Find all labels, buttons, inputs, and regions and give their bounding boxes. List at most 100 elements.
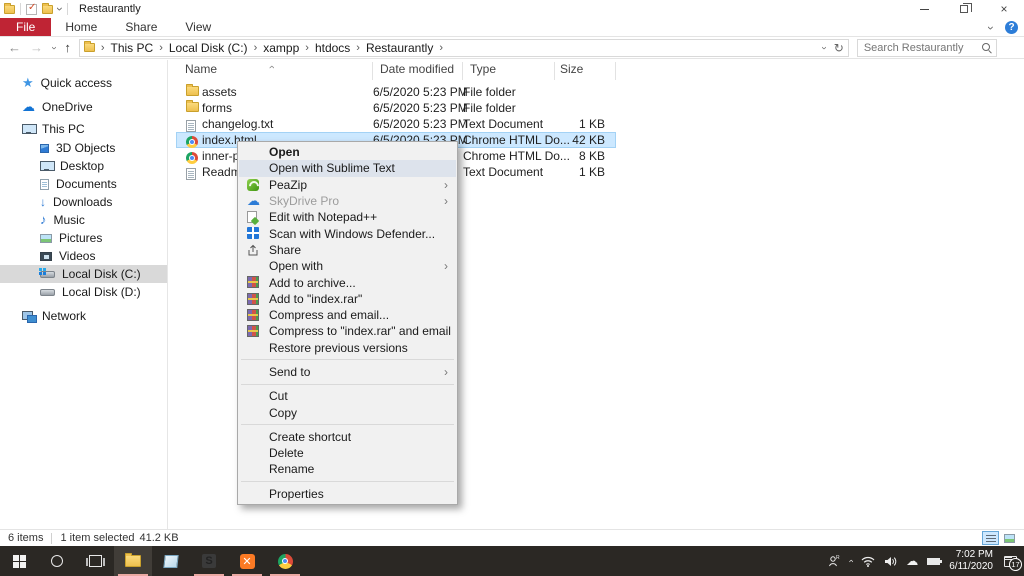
- file-row-assets[interactable]: assets 6/5/2020 5:23 PM File folder: [176, 84, 616, 100]
- clock-date: 6/11/2020: [949, 561, 993, 573]
- people-icon[interactable]: R: [828, 555, 840, 567]
- menu-item-properties[interactable]: Properties: [239, 486, 456, 502]
- sidebar-item-local-disk-c[interactable]: Local Disk (C:): [0, 265, 167, 283]
- sidebar-item-local-disk-d[interactable]: Local Disk (D:): [0, 283, 167, 301]
- tab-file[interactable]: File: [0, 18, 51, 36]
- sidebar-item-this-pc[interactable]: This PC: [0, 120, 167, 138]
- breadcrumb-xampp[interactable]: xampp: [263, 41, 299, 55]
- tab-share[interactable]: Share: [111, 18, 171, 36]
- restore-button[interactable]: [944, 0, 984, 18]
- taskbar-app-xampp[interactable]: ✕: [228, 546, 266, 576]
- task-view-button[interactable]: [76, 546, 114, 576]
- column-header-type[interactable]: Type: [470, 62, 496, 82]
- sidebar-item-documents[interactable]: Documents: [0, 175, 167, 193]
- sidebar-item-quick-access[interactable]: ★ Quick access: [0, 74, 167, 92]
- menu-item-add-to-archive[interactable]: Add to archive...: [239, 274, 456, 290]
- action-center-button[interactable]: 17: [1002, 554, 1018, 568]
- volume-icon[interactable]: [884, 556, 897, 567]
- sidebar-item-onedrive[interactable]: ☁ OneDrive: [0, 98, 167, 116]
- menu-item-rename[interactable]: Rename: [239, 461, 456, 477]
- menu-item-open[interactable]: Open: [239, 144, 456, 160]
- menu-item-delete[interactable]: Delete: [239, 445, 456, 461]
- menu-item-edit-with-notepadpp[interactable]: Edit with Notepad++: [239, 209, 456, 225]
- menu-item-send-to[interactable]: Send to ›: [239, 364, 456, 380]
- sidebar-item-label: Desktop: [60, 159, 104, 173]
- sidebar-item-videos[interactable]: Videos: [0, 247, 167, 265]
- menu-item-copy[interactable]: Copy: [239, 404, 456, 420]
- search-icon[interactable]: [981, 42, 992, 53]
- menu-item-share[interactable]: Share: [239, 242, 456, 258]
- back-button[interactable]: ←: [8, 40, 21, 55]
- menu-item-peazip[interactable]: PeaZip ›: [239, 177, 456, 193]
- column-divider[interactable]: [615, 62, 616, 80]
- help-icon[interactable]: ?: [1005, 21, 1018, 34]
- menu-item-compress-and-email[interactable]: Compress and email...: [239, 307, 456, 323]
- tab-home[interactable]: Home: [51, 18, 111, 36]
- breadcrumb-local-disk-c[interactable]: Local Disk (C:): [169, 41, 248, 55]
- refresh-icon[interactable]: ↻: [834, 41, 844, 55]
- sidebar-item-music[interactable]: ♪ Music: [0, 211, 167, 229]
- taskbar-app-chrome[interactable]: [266, 546, 304, 576]
- search-input[interactable]: [862, 41, 981, 55]
- column-header-name[interactable]: Name: [185, 62, 217, 82]
- menu-item-label: Compress to "index.rar" and email: [269, 324, 451, 338]
- menu-item-add-to-index-rar[interactable]: Add to "index.rar": [239, 291, 456, 307]
- column-header-date-modified[interactable]: Date modified: [380, 62, 454, 82]
- thumbnails-view-button[interactable]: [1001, 531, 1018, 545]
- cortana-search-button[interactable]: [38, 546, 76, 576]
- titlebar: › Restaurantly ×: [0, 0, 1024, 18]
- expand-ribbon-chevron-icon[interactable]: ›: [987, 26, 995, 30]
- column-divider[interactable]: [554, 62, 555, 80]
- thumbnails-view-icon: [1004, 534, 1015, 543]
- address-bar[interactable]: › This PC › Local Disk (C:) › xampp › ht…: [79, 39, 849, 57]
- close-button[interactable]: ×: [984, 0, 1024, 18]
- taskbar-app-notepadpp[interactable]: [152, 546, 190, 576]
- monitor-icon: [40, 161, 53, 171]
- breadcrumb-this-pc[interactable]: This PC: [111, 41, 154, 55]
- notification-badge: 17: [1009, 558, 1022, 571]
- chrome-file-icon: [186, 152, 198, 164]
- search-box[interactable]: [857, 39, 997, 57]
- menu-item-open-with[interactable]: Open with ›: [239, 258, 456, 274]
- menu-item-restore-previous-versions[interactable]: Restore previous versions: [239, 340, 456, 356]
- column-header-size[interactable]: Size: [560, 62, 583, 82]
- menu-item-scan-with-windows-defender[interactable]: Scan with Windows Defender...: [239, 225, 456, 241]
- sidebar-item-pictures[interactable]: Pictures: [0, 229, 167, 247]
- new-folder-quick-icon[interactable]: [42, 5, 53, 14]
- customize-toolbar-chevron-icon[interactable]: ›: [56, 7, 64, 11]
- sidebar-item-desktop[interactable]: Desktop: [0, 157, 167, 175]
- file-row-changelog[interactable]: changelog.txt 6/5/2020 5:23 PM Text Docu…: [176, 116, 616, 132]
- up-button[interactable]: ↑: [64, 40, 71, 55]
- details-view-button[interactable]: [982, 531, 999, 545]
- column-divider[interactable]: [372, 62, 373, 80]
- taskbar-app-sublime-text[interactable]: S: [190, 546, 228, 576]
- taskbar-app-file-explorer[interactable]: [114, 546, 152, 576]
- menu-item-create-shortcut[interactable]: Create shortcut: [239, 429, 456, 445]
- column-divider[interactable]: [462, 62, 463, 80]
- hidden-icons-chevron-icon[interactable]: ›: [846, 560, 856, 563]
- properties-quick-icon[interactable]: [26, 4, 37, 15]
- breadcrumb-htdocs[interactable]: htdocs: [315, 41, 350, 55]
- sidebar-item-3d-objects[interactable]: 3D Objects: [0, 139, 167, 157]
- menu-item-cut[interactable]: Cut: [239, 388, 456, 404]
- recent-locations-chevron-icon[interactable]: ›: [50, 46, 58, 49]
- sidebar-item-downloads[interactable]: ↓ Downloads: [0, 193, 167, 211]
- onedrive-tray-icon[interactable]: ☁: [906, 554, 918, 568]
- sidebar-item-label: Network: [42, 309, 86, 323]
- start-button[interactable]: [0, 546, 38, 576]
- wifi-icon[interactable]: [861, 556, 875, 567]
- file-size: 1 KB: [529, 117, 605, 131]
- file-name: forms: [202, 101, 232, 115]
- forward-button[interactable]: →: [30, 40, 43, 55]
- tab-view[interactable]: View: [171, 18, 225, 36]
- file-row-forms[interactable]: forms 6/5/2020 5:23 PM File folder: [176, 100, 616, 116]
- minimize-button[interactable]: [904, 0, 944, 18]
- battery-icon[interactable]: [927, 558, 940, 565]
- sidebar-item-network[interactable]: Network: [0, 307, 167, 325]
- breadcrumb-restaurantly[interactable]: Restaurantly: [366, 41, 433, 55]
- menu-item-compress-to-index-rar-and-email[interactable]: Compress to "index.rar" and email: [239, 323, 456, 339]
- menu-item-open-with-sublime-text[interactable]: Open with Sublime Text: [239, 160, 456, 176]
- file-date: 6/5/2020 5:23 PM: [373, 85, 468, 99]
- address-dropdown-chevron-icon[interactable]: ›: [820, 46, 828, 49]
- taskbar-clock[interactable]: 7:02 PM 6/11/2020: [949, 549, 993, 573]
